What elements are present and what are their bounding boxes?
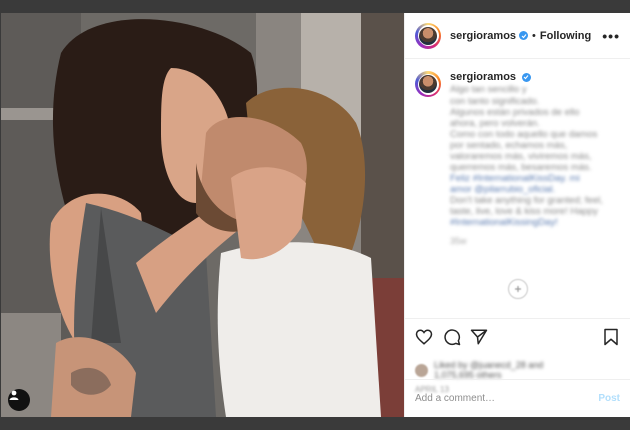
caption-avatar-image — [419, 75, 437, 93]
caption-line: valoraremos más, viviremos más, — [450, 151, 592, 162]
bookmark-icon[interactable] — [603, 328, 619, 346]
person-icon — [9, 390, 19, 400]
verified-badge-icon — [521, 72, 531, 82]
caption-line: por sentado, echamos más, — [450, 140, 568, 151]
user-tag-icon[interactable] — [8, 389, 30, 411]
following-button[interactable]: Following — [540, 30, 591, 42]
caption-line[interactable]: Feliz #InternationalKissDay. mi — [450, 173, 610, 184]
comment-icon[interactable] — [443, 328, 461, 346]
caption-line: querremos más, besaremos más. — [450, 162, 592, 173]
post-photo[interactable] — [1, 13, 404, 417]
caption-username[interactable]: sergioramos — [450, 71, 516, 83]
post-header: sergioramos • Following ••• — [405, 13, 630, 59]
photo-illustration — [1, 13, 404, 417]
action-bar — [405, 318, 630, 355]
instagram-post-modal: sergioramos • Following ••• sergioramos — [1, 13, 630, 417]
caption-line[interactable]: #InternationalKissingDay! — [450, 217, 610, 228]
likes-line: Liked by @juanecd_28 and — [434, 360, 544, 370]
caption-time: 35w — [450, 236, 467, 246]
caption-line: con tanto significado. — [450, 96, 540, 107]
caption-line: taste, live, love & kiss more! Happy — [450, 206, 598, 217]
load-more-icon[interactable] — [508, 279, 528, 299]
add-comment-bar: Post — [405, 379, 630, 417]
caption-line: ahora, pero volverán. — [450, 118, 540, 129]
comments-area: sergioramos Algo tan sencillo y con tant… — [405, 59, 630, 318]
caption-row: sergioramos Algo tan sencillo y con tant… — [415, 71, 620, 228]
heart-icon[interactable] — [415, 328, 433, 346]
liker-avatar[interactable] — [415, 363, 428, 377]
post-comment-button[interactable]: Post — [598, 393, 620, 404]
caption-line[interactable]: amor @pilarrubio_oficial. — [450, 184, 610, 195]
share-icon[interactable] — [470, 328, 488, 346]
username-link[interactable]: sergioramos — [450, 30, 516, 42]
caption-text: sergioramos Algo tan sencillo y con tant… — [450, 71, 610, 228]
avatar[interactable] — [415, 22, 441, 49]
caption-line: Algo tan sencillo y — [450, 84, 527, 95]
caption-line: Don't take anything for granted; feel, — [450, 195, 603, 206]
caption-avatar[interactable] — [415, 71, 441, 97]
avatar-image — [419, 26, 437, 45]
post-side-panel: sergioramos • Following ••• sergioramos — [404, 13, 630, 417]
comment-input[interactable] — [415, 393, 599, 404]
caption-line: Como con todo aquello que damos — [450, 129, 598, 140]
verified-badge-icon — [519, 31, 529, 40]
caption-line: Algunos están privados de ello — [450, 107, 580, 118]
more-options-icon[interactable]: ••• — [602, 28, 620, 44]
separator-dot: • — [532, 29, 536, 42]
likes-text[interactable]: Liked by @juanecd_28 and 1,075,695 other… — [434, 360, 543, 380]
